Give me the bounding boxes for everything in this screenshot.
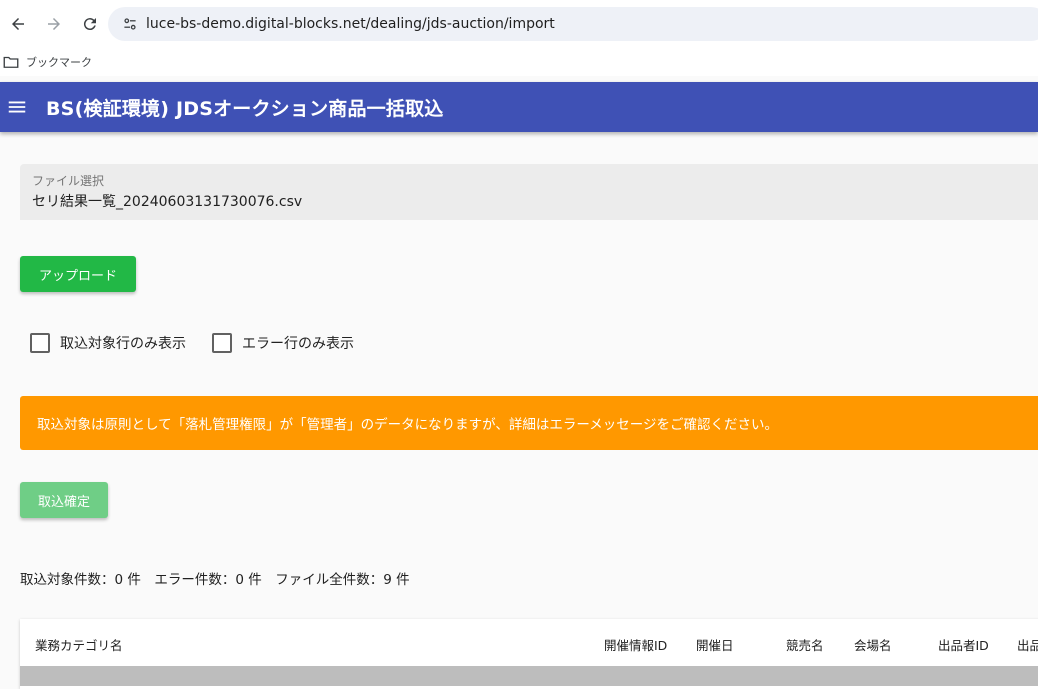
file-select-label: ファイル選択: [32, 174, 105, 188]
column-header-auction-name[interactable]: 競売名: [786, 635, 824, 654]
import-only-checkbox[interactable]: [30, 333, 50, 353]
error-only-filter[interactable]: エラー行のみ表示: [212, 333, 354, 353]
address-bar[interactable]: luce-bs-demo.digital-blocks.net/dealing/…: [108, 7, 1038, 41]
page-title: BS(検証環境) JDSオークション商品一括取込: [46, 97, 444, 120]
error-only-checkbox[interactable]: [212, 333, 232, 353]
column-header-venue-name[interactable]: 会場名: [854, 635, 892, 654]
reload-icon: [83, 18, 96, 31]
import-only-label: 取込対象行のみ表示: [60, 336, 186, 352]
arrow-left-icon: [12, 18, 24, 30]
confirm-import-button[interactable]: 取込確定: [20, 482, 108, 518]
column-header-event-id[interactable]: 開催情報ID: [604, 635, 667, 654]
filter-checkboxes: 取込対象行のみ表示 エラー行のみ表示: [30, 333, 380, 353]
table-header: 業務カテゴリ名 開催情報ID 開催日 競売名 会場名 出品者ID 出品: [20, 619, 1038, 666]
import-only-filter[interactable]: 取込対象行のみ表示: [30, 333, 186, 353]
app-bar: BS(検証環境) JDSオークション商品一括取込: [0, 82, 1038, 132]
column-header-category[interactable]: 業務カテゴリ名: [35, 635, 123, 654]
column-header-event-date[interactable]: 開催日: [696, 635, 734, 654]
bookmarks-folder[interactable]: ブックマーク: [26, 54, 92, 70]
record-counts: 取込対象件数：0 件 エラー件数：0 件 ファイル全件数：9 件: [20, 572, 410, 588]
url-text: luce-bs-demo.digital-blocks.net/dealing/…: [146, 16, 555, 32]
site-settings-icon[interactable]: [120, 14, 140, 34]
column-header-seller-id[interactable]: 出品者ID: [938, 635, 989, 654]
folder-icon: [3, 56, 19, 68]
import-table: 業務カテゴリ名 開催情報ID 開催日 競売名 会場名 出品者ID 出品: [20, 619, 1038, 689]
file-select-field[interactable]: ファイル選択 セリ結果一覧_20240603131730076.csv: [20, 164, 1038, 220]
error-only-label: エラー行のみ表示: [242, 336, 354, 352]
menu-icon[interactable]: [6, 96, 28, 118]
back-button[interactable]: [0, 6, 36, 42]
table-row: [20, 666, 1038, 686]
main-content: ファイル選択 セリ結果一覧_20240603131730076.csv アップロ…: [0, 132, 1038, 689]
arrow-right-icon: [48, 18, 60, 30]
reload-button[interactable]: [72, 6, 108, 42]
column-header-seller[interactable]: 出品: [1017, 635, 1038, 654]
file-select-value: セリ結果一覧_20240603131730076.csv: [32, 194, 303, 210]
browser-toolbar: luce-bs-demo.digital-blocks.net/dealing/…: [0, 0, 1038, 48]
forward-button[interactable]: [36, 6, 72, 42]
bookmarks-bar: ブックマーク: [0, 48, 1038, 76]
warning-alert: 取込対象は原則として「落札管理権限」が「管理者」のデータになりますが、詳細はエラ…: [20, 396, 1038, 450]
upload-button[interactable]: アップロード: [20, 256, 136, 292]
